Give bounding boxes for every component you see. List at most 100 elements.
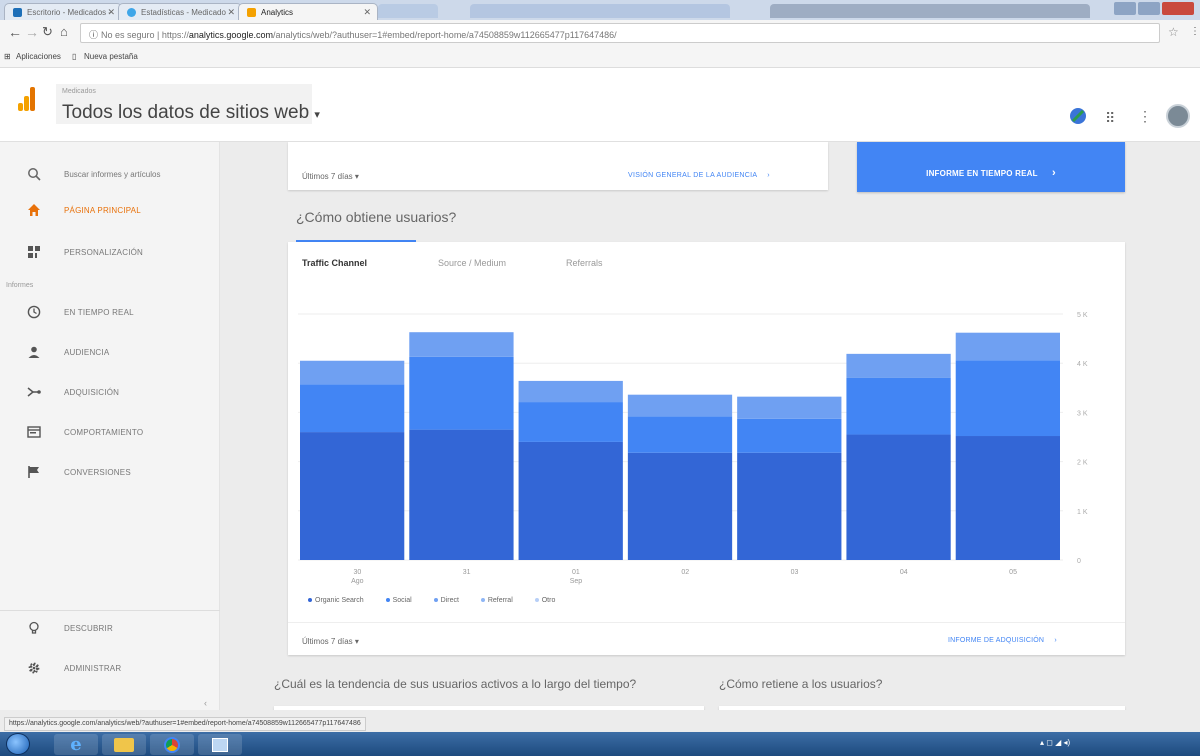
chevron-right-icon: › — [1051, 167, 1056, 179]
x-tick-label: 03 — [791, 569, 799, 576]
forward-arrow-icon[interactable]: → — [25, 24, 39, 40]
sidebar-item-discover[interactable]: DESCUBRIR — [0, 612, 220, 648]
tab-close-icon[interactable]: ✕ — [227, 7, 235, 18]
apps-grid-icon[interactable]: ⊞ — [4, 52, 11, 61]
bookmark-star-icon[interactable]: ☆ — [1168, 25, 1179, 39]
acquisition-icon — [26, 385, 42, 401]
home-icon[interactable]: ⌂ — [60, 24, 68, 39]
sidebar-item-realtime[interactable]: EN TIEMPO REAL — [0, 296, 220, 332]
card-footer-divider — [288, 622, 1125, 623]
windows-taskbar: e ▴ ◻ ◢ ◂) — [0, 732, 1200, 756]
minimize-button[interactable] — [1114, 2, 1136, 15]
legend-item[interactable]: Otro — [534, 597, 566, 604]
lightbulb-icon — [26, 621, 42, 637]
sidebar-item-behavior[interactable]: COMPORTAMIENTO — [0, 416, 220, 452]
legend-item[interactable]: Social — [385, 597, 422, 604]
sidebar-item-acquisition[interactable]: ADQUISICIÓN — [0, 376, 220, 412]
chevron-right-icon: › — [767, 172, 770, 179]
collapse-sidebar-icon[interactable]: ‹ — [204, 698, 207, 708]
sidebar-item-admin[interactable]: ADMINISTRAR — [0, 652, 220, 688]
more-options-icon[interactable]: ⋮ — [1138, 108, 1152, 125]
address-bar[interactable]: ⓘ No es seguro | https://analytics.google… — [80, 23, 1160, 43]
bar-segment — [300, 360, 405, 385]
dropdown-caret-icon: ▾ — [314, 109, 320, 121]
maximize-button[interactable] — [1138, 2, 1160, 15]
realtime-button-label: INFORME EN TIEMPO REAL — [926, 169, 1038, 178]
sidebar-item-label: COMPORTAMIENTO — [64, 428, 144, 437]
close-window-button[interactable] — [1162, 2, 1194, 15]
browser-tab-active[interactable]: Analytics ✕ — [238, 3, 378, 20]
new-tab-button[interactable] — [378, 4, 438, 18]
sidebar-item-home[interactable]: PÁGINA PRINCIPAL — [0, 194, 220, 230]
gear-icon — [26, 661, 42, 677]
legend-swatch-organic — [308, 598, 312, 603]
menu-dots-icon[interactable]: ⋮ — [1190, 26, 1200, 37]
tab-favicon-icon — [127, 8, 136, 17]
legend-item[interactable]: Organic Search — [308, 597, 374, 604]
legend-label: Referral — [487, 597, 513, 604]
notifications-icon[interactable] — [1068, 106, 1088, 131]
audience-overview-link[interactable]: VISIÓN GENERAL DE LA AUDIENCIA › — [628, 172, 770, 179]
tab-traffic-channel[interactable]: Traffic Channel — [302, 258, 367, 268]
back-arrow-icon[interactable]: ← — [8, 24, 22, 40]
internet-explorer-icon[interactable]: e — [54, 734, 98, 755]
browser-tab[interactable]: Estadísticas - Medicado ✕ — [118, 3, 242, 20]
section-title-retention: ¿Cómo retiene a los usuarios? — [719, 677, 883, 691]
browser-tab[interactable]: Escritorio - Medicados - ✕ — [4, 3, 122, 20]
legend-label: Direct — [440, 597, 459, 604]
bar-segment — [627, 416, 733, 453]
tab-close-icon[interactable]: ✕ — [107, 7, 115, 18]
date-range-label: Últimos 7 días — [302, 637, 353, 646]
footer-date-range-selector[interactable]: Últimos 7 días ▾ — [302, 637, 359, 646]
account-name: Medicados — [62, 88, 96, 95]
legend-item[interactable]: Referral — [480, 597, 523, 604]
behavior-icon — [26, 425, 42, 441]
chart-legend: Organic Search Social Direct Referral Ot… — [308, 597, 575, 604]
blurred-tab-area — [470, 4, 730, 18]
x-tick-label: 04 — [900, 569, 908, 576]
app-icon[interactable] — [198, 734, 242, 755]
x-tick-label: 30 — [353, 569, 361, 576]
start-button[interactable] — [6, 733, 30, 755]
flag-icon — [26, 465, 42, 481]
account-selector[interactable]: Medicados Todos los datos de sitios web … — [56, 84, 320, 124]
x-tick-label: 01 — [572, 569, 580, 576]
search-icon — [26, 167, 42, 183]
chevron-right-icon: › — [1054, 637, 1057, 644]
clock-icon — [26, 305, 42, 321]
reload-icon[interactable]: ↻ — [42, 24, 53, 40]
acquisition-report-link[interactable]: INFORME DE ADQUISICIÓN › — [948, 637, 1057, 644]
x-tick-label: Sep — [570, 578, 583, 585]
page-icon: ▯ — [72, 52, 77, 61]
bar-segment — [518, 402, 623, 442]
y-tick-label: 3 K — [1077, 410, 1088, 417]
trend-card — [274, 706, 704, 710]
tab-close-icon[interactable]: ✕ — [363, 7, 371, 18]
bookmark-apps[interactable]: Aplicaciones — [16, 52, 61, 61]
retention-card — [719, 706, 1125, 710]
sidebar-item-audience[interactable]: AUDIENCIA — [0, 336, 220, 372]
bookmark-new-tab[interactable]: Nueva pestaña — [84, 52, 138, 61]
sidebar-item-conversions[interactable]: CONVERSIONES — [0, 456, 220, 492]
realtime-report-button[interactable]: INFORME EN TIEMPO REAL › — [857, 142, 1125, 192]
x-tick-label: 05 — [1009, 569, 1017, 576]
y-tick-label: 4 K — [1077, 361, 1088, 368]
bar-segment — [300, 384, 405, 433]
sidebar-item-customization[interactable]: PERSONALIZACIÓN — [0, 236, 220, 272]
x-tick-label: 31 — [463, 569, 471, 576]
tab-source-medium[interactable]: Source / Medium — [438, 258, 506, 268]
avatar[interactable] — [1166, 104, 1190, 128]
tab-referrals[interactable]: Referrals — [566, 258, 603, 268]
search-input[interactable]: Buscar informes y artículos — [64, 170, 160, 179]
search-reports[interactable]: Buscar informes y artículos — [0, 158, 220, 194]
legend-label: Organic Search — [315, 597, 364, 604]
file-explorer-icon[interactable] — [102, 734, 146, 755]
legend-item[interactable]: Direct — [433, 597, 469, 604]
chrome-icon[interactable] — [150, 734, 194, 755]
date-range-selector[interactable]: Últimos 7 días ▾ — [302, 172, 359, 181]
main-content: Últimos 7 días ▾ VISIÓN GENERAL DE LA AU… — [221, 142, 1200, 710]
sidebar-item-label: ADQUISICIÓN — [64, 388, 120, 397]
url-prefix: https:// — [161, 30, 189, 40]
apps-grid-icon[interactable]: ⠿ — [1105, 110, 1115, 127]
browser-tab-strip: Escritorio - Medicados - ✕ Estadísticas … — [0, 0, 1200, 20]
